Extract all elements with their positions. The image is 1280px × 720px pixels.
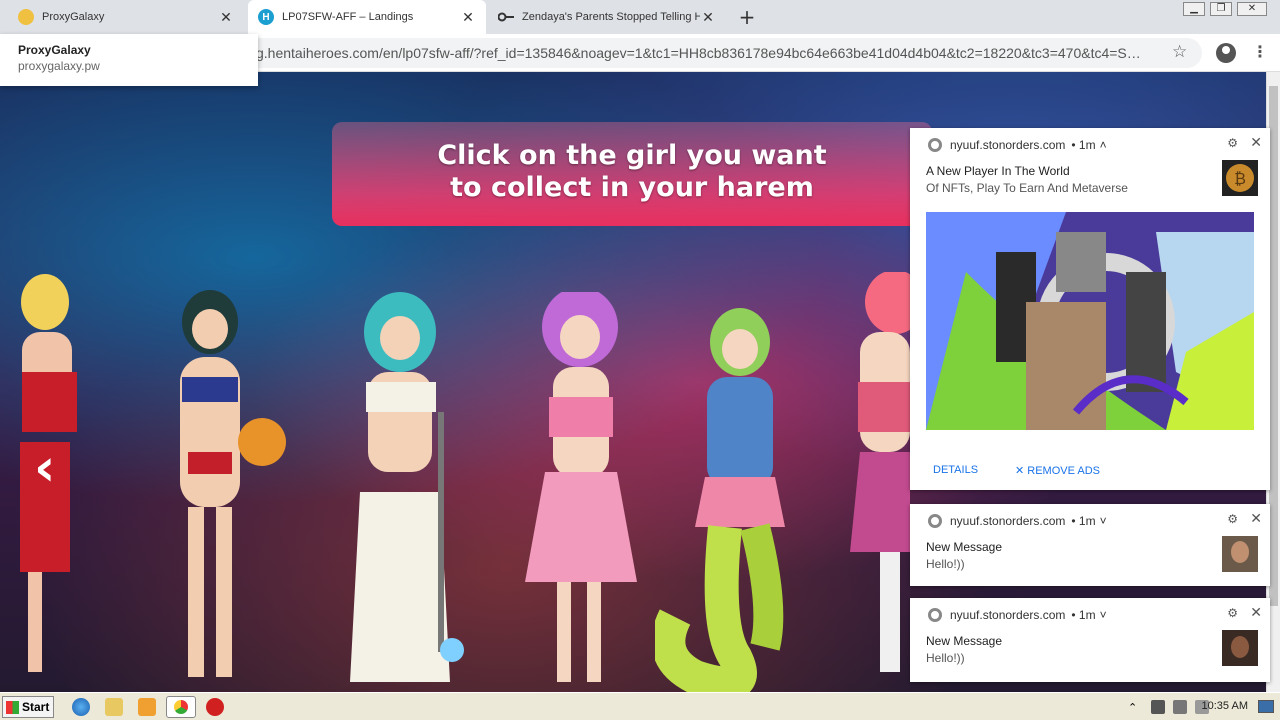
tab-zendaya[interactable]: Zendaya's Parents Stopped Telling H ✕ (488, 0, 726, 34)
svg-text:₿: ₿ (1234, 169, 1246, 188)
menu-icon[interactable]: ⋮ (1252, 42, 1268, 61)
notification-title: A New Player In The World (926, 164, 1070, 178)
notification-body: Hello!)) (926, 651, 965, 665)
hentaiheroes-favicon-icon: H (258, 9, 274, 25)
chrome-icon (928, 514, 942, 528)
tab-proxygalaxy[interactable]: ProxyGalaxy ✕ (8, 0, 244, 34)
chevron-down-icon[interactable]: ˅ (1100, 514, 1107, 528)
notification-body: Hello!)) (926, 557, 965, 571)
maximize-button[interactable]: ❐ (1210, 2, 1232, 16)
minimize-button[interactable]: ▁ (1183, 2, 1205, 16)
chevron-up-icon[interactable]: ˄ (1100, 138, 1107, 152)
tab-title: LP07SFW-AFF – Landings (282, 11, 414, 23)
close-icon[interactable]: ✕ (460, 9, 476, 25)
new-tab-button[interactable]: + (736, 6, 758, 28)
notification-site: nyuuf.stonorders.com (950, 514, 1066, 528)
details-button[interactable]: DETAILS (933, 464, 978, 476)
network-icon[interactable] (1173, 700, 1188, 714)
chevron-down-icon[interactable]: ˅ (1100, 608, 1107, 622)
close-icon[interactable]: ✕ (700, 9, 716, 25)
banner-line-1: Click on the girl you want (437, 140, 827, 171)
character-3[interactable] (330, 292, 470, 692)
avatar (1222, 630, 1258, 666)
notification-2[interactable]: nyuuf.stonorders.com • 1m ˅ ⚙ ✕ New Mess… (910, 504, 1270, 586)
notification-1[interactable]: nyuuf.stonorders.com • 1m ˄ ⚙ ✕ A New Pl… (910, 128, 1270, 490)
tab-title: Zendaya's Parents Stopped Telling H (522, 11, 700, 23)
character-6[interactable] (850, 272, 910, 672)
notification-title: New Message (926, 634, 1003, 648)
notification-header: nyuuf.stonorders.com • 1m ˅ (928, 608, 1107, 622)
close-icon[interactable]: ✕ (1250, 510, 1262, 527)
gear-icon[interactable]: ⚙ (1227, 512, 1238, 526)
notification-body: Of NFTs, Play To Earn And Metaverse (926, 181, 1128, 195)
notification-title: New Message (926, 540, 1003, 554)
url-text[interactable]: g.hentaiheroes.com/en/lp07sfw-aff/?ref_i… (256, 45, 1156, 61)
character-2[interactable] (140, 287, 290, 687)
hover-card-title: ProxyGalaxy (18, 43, 91, 57)
close-icon[interactable]: ✕ (218, 9, 234, 25)
chrome-icon (928, 138, 942, 152)
close-icon[interactable]: ✕ (1250, 604, 1262, 621)
notification-time: • 1m (1071, 608, 1096, 622)
gear-icon[interactable]: ⚙ (1227, 606, 1238, 620)
notification-header: nyuuf.stonorders.com • 1m ˄ (928, 138, 1107, 152)
character-5[interactable] (655, 307, 815, 692)
address-bar[interactable]: g.hentaiheroes.com/en/lp07sfw-aff/?ref_i… (196, 38, 1202, 68)
internet-explorer-icon[interactable] (72, 698, 90, 716)
tray-expand-icon[interactable]: ⌃ (1128, 701, 1137, 714)
avatar (1222, 536, 1258, 572)
notification-header: nyuuf.stonorders.com • 1m ˅ (928, 514, 1107, 528)
speaker-icon[interactable] (1151, 700, 1166, 714)
tab-landings[interactable]: H LP07SFW-AFF – Landings ✕ (248, 0, 486, 34)
tab-title: ProxyGalaxy (42, 11, 105, 23)
tab-strip: ProxyGalaxy ✕ H LP07SFW-AFF – Landings ✕… (0, 0, 1280, 34)
account-icon[interactable] (1216, 43, 1236, 63)
chrome-icon (928, 608, 942, 622)
scrollbar-thumb[interactable] (1269, 86, 1278, 606)
taskbar: Start ⌃ 10:35 AM (0, 692, 1280, 720)
proxygalaxy-favicon-icon (18, 9, 34, 25)
chrome-icon (174, 700, 188, 714)
clock[interactable]: 10:35 AM (1202, 700, 1248, 712)
tab-hover-card: ProxyGalaxy proxygalaxy.pw (0, 34, 258, 86)
stop-icon[interactable] (206, 698, 224, 716)
character-4[interactable] (525, 292, 645, 692)
windows-logo-icon (6, 700, 19, 714)
media-player-icon[interactable] (138, 698, 156, 716)
remove-ads-button[interactable]: ✕ REMOVE ADS (1015, 464, 1100, 477)
folder-icon[interactable] (105, 698, 123, 716)
key-icon (498, 9, 514, 25)
notification-site: nyuuf.stonorders.com (950, 138, 1066, 152)
banner-line-2: to collect in your harem (450, 172, 814, 203)
banner-text: Click on the girl you want to collect in… (332, 140, 932, 204)
chrome-taskbar-button[interactable] (166, 696, 196, 718)
start-button[interactable]: Start (2, 696, 54, 718)
previous-arrow-button[interactable]: ‹ (34, 442, 55, 494)
bitcoin-icon: ₿ (1222, 160, 1258, 196)
system-tray: ⌃ (1100, 695, 1280, 719)
instruction-banner: Click on the girl you want to collect in… (332, 122, 932, 226)
notification-time: • 1m (1071, 138, 1096, 152)
window-close-button[interactable]: ✕ (1237, 2, 1267, 16)
notification-site: nyuuf.stonorders.com (950, 608, 1066, 622)
close-icon[interactable]: ✕ (1250, 134, 1262, 151)
notification-3[interactable]: nyuuf.stonorders.com • 1m ˅ ⚙ ✕ New Mess… (910, 598, 1270, 682)
notification-time: • 1m (1071, 514, 1096, 528)
show-desktop-icon[interactable] (1258, 700, 1274, 713)
ad-image (926, 212, 1254, 430)
hover-card-url: proxygalaxy.pw (18, 59, 100, 73)
bookmark-star-icon[interactable]: ☆ (1172, 42, 1187, 62)
gear-icon[interactable]: ⚙ (1227, 136, 1238, 150)
start-label: Start (22, 700, 50, 714)
